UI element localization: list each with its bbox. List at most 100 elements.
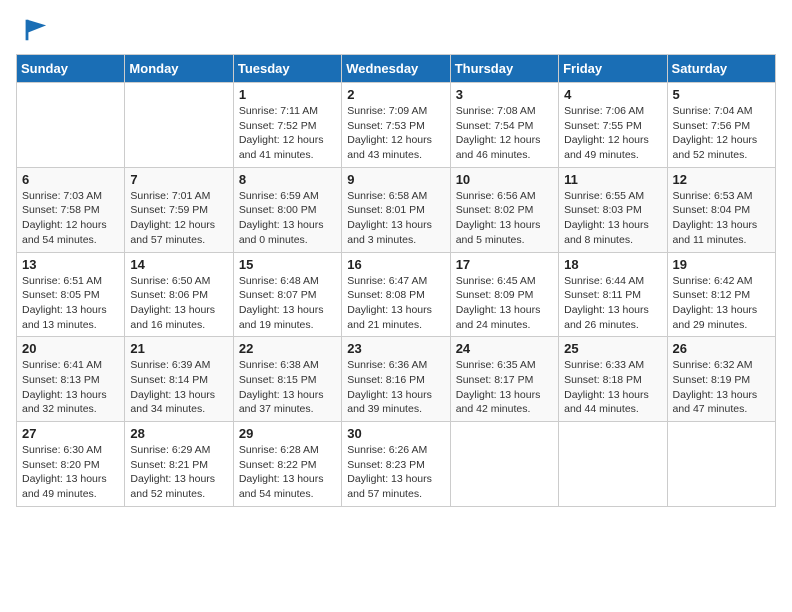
day-number: 23	[347, 341, 444, 356]
day-detail: Sunrise: 7:08 AMSunset: 7:54 PMDaylight:…	[456, 104, 553, 163]
day-number: 29	[239, 426, 336, 441]
day-cell: 18 Sunrise: 6:44 AMSunset: 8:11 PMDayligh…	[559, 252, 667, 337]
page: SundayMondayTuesdayWednesdayThursdayFrid…	[0, 0, 792, 612]
week-row-3: 13 Sunrise: 6:51 AMSunset: 8:05 PMDayligh…	[17, 252, 776, 337]
day-number: 27	[22, 426, 119, 441]
day-cell	[125, 83, 233, 168]
day-cell: 20 Sunrise: 6:41 AMSunset: 8:13 PMDayligh…	[17, 337, 125, 422]
day-detail: Sunrise: 6:30 AMSunset: 8:20 PMDaylight:…	[22, 443, 119, 502]
day-cell: 28 Sunrise: 6:29 AMSunset: 8:21 PMDayligh…	[125, 422, 233, 507]
day-detail: Sunrise: 6:47 AMSunset: 8:08 PMDaylight:…	[347, 274, 444, 333]
day-detail: Sunrise: 6:39 AMSunset: 8:14 PMDaylight:…	[130, 358, 227, 417]
day-detail: Sunrise: 6:53 AMSunset: 8:04 PMDaylight:…	[673, 189, 770, 248]
day-number: 26	[673, 341, 770, 356]
day-detail: Sunrise: 7:09 AMSunset: 7:53 PMDaylight:…	[347, 104, 444, 163]
day-cell: 1 Sunrise: 7:11 AMSunset: 7:52 PMDaylight…	[233, 83, 341, 168]
day-detail: Sunrise: 7:06 AMSunset: 7:55 PMDaylight:…	[564, 104, 661, 163]
week-row-5: 27 Sunrise: 6:30 AMSunset: 8:20 PMDayligh…	[17, 422, 776, 507]
day-cell: 26 Sunrise: 6:32 AMSunset: 8:19 PMDayligh…	[667, 337, 775, 422]
day-number: 8	[239, 172, 336, 187]
logo-text-block	[16, 16, 48, 44]
day-detail: Sunrise: 6:45 AMSunset: 8:09 PMDaylight:…	[456, 274, 553, 333]
day-detail: Sunrise: 6:48 AMSunset: 8:07 PMDaylight:…	[239, 274, 336, 333]
day-cell: 4 Sunrise: 7:06 AMSunset: 7:55 PMDaylight…	[559, 83, 667, 168]
day-cell: 9 Sunrise: 6:58 AMSunset: 8:01 PMDaylight…	[342, 167, 450, 252]
header-cell-monday: Monday	[125, 55, 233, 83]
day-number: 18	[564, 257, 661, 272]
day-detail: Sunrise: 6:29 AMSunset: 8:21 PMDaylight:…	[130, 443, 227, 502]
day-detail: Sunrise: 6:33 AMSunset: 8:18 PMDaylight:…	[564, 358, 661, 417]
day-cell: 27 Sunrise: 6:30 AMSunset: 8:20 PMDayligh…	[17, 422, 125, 507]
day-cell: 22Sunrise: 6:38 AMSunset: 8:15 PMDayligh…	[233, 337, 341, 422]
day-number: 11	[564, 172, 661, 187]
day-cell: 6Sunrise: 7:03 AMSunset: 7:58 PMDaylight…	[17, 167, 125, 252]
week-row-2: 6Sunrise: 7:03 AMSunset: 7:58 PMDaylight…	[17, 167, 776, 252]
day-number: 19	[673, 257, 770, 272]
day-detail: Sunrise: 6:35 AMSunset: 8:17 PMDaylight:…	[456, 358, 553, 417]
day-number: 20	[22, 341, 119, 356]
calendar-header: SundayMondayTuesdayWednesdayThursdayFrid…	[17, 55, 776, 83]
day-detail: Sunrise: 6:51 AMSunset: 8:05 PMDaylight:…	[22, 274, 119, 333]
header-cell-wednesday: Wednesday	[342, 55, 450, 83]
day-cell: 16 Sunrise: 6:47 AMSunset: 8:08 PMDayligh…	[342, 252, 450, 337]
day-number: 17	[456, 257, 553, 272]
day-number: 15	[239, 257, 336, 272]
day-number: 24	[456, 341, 553, 356]
day-number: 9	[347, 172, 444, 187]
day-detail: Sunrise: 6:41 AMSunset: 8:13 PMDaylight:…	[22, 358, 119, 417]
day-number: 30	[347, 426, 444, 441]
day-number: 25	[564, 341, 661, 356]
header	[16, 16, 776, 44]
day-detail: Sunrise: 6:55 AMSunset: 8:03 PMDaylight:…	[564, 189, 661, 248]
header-cell-saturday: Saturday	[667, 55, 775, 83]
day-cell: 30 Sunrise: 6:26 AMSunset: 8:23 PMDayligh…	[342, 422, 450, 507]
calendar-body: 1 Sunrise: 7:11 AMSunset: 7:52 PMDaylight…	[17, 83, 776, 507]
day-number: 1	[239, 87, 336, 102]
logo	[16, 16, 48, 44]
day-number: 3	[456, 87, 553, 102]
day-cell: 7 Sunrise: 7:01 AMSunset: 7:59 PMDaylight…	[125, 167, 233, 252]
day-detail: Sunrise: 6:42 AMSunset: 8:12 PMDaylight:…	[673, 274, 770, 333]
day-detail: Sunrise: 6:26 AMSunset: 8:23 PMDaylight:…	[347, 443, 444, 502]
header-cell-sunday: Sunday	[17, 55, 125, 83]
day-detail: Sunrise: 6:59 AMSunset: 8:00 PMDaylight:…	[239, 189, 336, 248]
day-detail: Sunrise: 7:11 AMSunset: 7:52 PMDaylight:…	[239, 104, 336, 163]
day-cell: 21 Sunrise: 6:39 AMSunset: 8:14 PMDayligh…	[125, 337, 233, 422]
header-row: SundayMondayTuesdayWednesdayThursdayFrid…	[17, 55, 776, 83]
day-number: 28	[130, 426, 227, 441]
day-cell: 5 Sunrise: 7:04 AMSunset: 7:56 PMDaylight…	[667, 83, 775, 168]
day-detail: Sunrise: 7:01 AMSunset: 7:59 PMDaylight:…	[130, 189, 227, 248]
day-cell: 2Sunrise: 7:09 AMSunset: 7:53 PMDaylight…	[342, 83, 450, 168]
logo-flag-icon	[20, 16, 48, 44]
day-detail: Sunrise: 6:58 AMSunset: 8:01 PMDaylight:…	[347, 189, 444, 248]
day-cell	[667, 422, 775, 507]
day-cell: 23 Sunrise: 6:36 AMSunset: 8:16 PMDayligh…	[342, 337, 450, 422]
day-cell: 12Sunrise: 6:53 AMSunset: 8:04 PMDayligh…	[667, 167, 775, 252]
day-number: 14	[130, 257, 227, 272]
day-number: 16	[347, 257, 444, 272]
week-row-4: 20 Sunrise: 6:41 AMSunset: 8:13 PMDayligh…	[17, 337, 776, 422]
day-number: 5	[673, 87, 770, 102]
day-detail: Sunrise: 6:32 AMSunset: 8:19 PMDaylight:…	[673, 358, 770, 417]
day-cell: 3 Sunrise: 7:08 AMSunset: 7:54 PMDaylight…	[450, 83, 558, 168]
day-cell: 24 Sunrise: 6:35 AMSunset: 8:17 PMDayligh…	[450, 337, 558, 422]
day-number: 21	[130, 341, 227, 356]
day-number: 4	[564, 87, 661, 102]
day-number: 13	[22, 257, 119, 272]
day-detail: Sunrise: 6:28 AMSunset: 8:22 PMDaylight:…	[239, 443, 336, 502]
day-cell: 15 Sunrise: 6:48 AMSunset: 8:07 PMDayligh…	[233, 252, 341, 337]
day-detail: Sunrise: 6:56 AMSunset: 8:02 PMDaylight:…	[456, 189, 553, 248]
day-number: 7	[130, 172, 227, 187]
day-cell: 17 Sunrise: 6:45 AMSunset: 8:09 PMDayligh…	[450, 252, 558, 337]
day-detail: Sunrise: 7:04 AMSunset: 7:56 PMDaylight:…	[673, 104, 770, 163]
day-number: 10	[456, 172, 553, 187]
day-detail: Sunrise: 6:38 AMSunset: 8:15 PMDaylight:…	[239, 358, 336, 417]
day-cell: 19 Sunrise: 6:42 AMSunset: 8:12 PMDayligh…	[667, 252, 775, 337]
day-detail: Sunrise: 6:50 AMSunset: 8:06 PMDaylight:…	[130, 274, 227, 333]
day-detail: Sunrise: 7:03 AMSunset: 7:58 PMDaylight:…	[22, 189, 119, 248]
day-detail: Sunrise: 6:44 AMSunset: 8:11 PMDaylight:…	[564, 274, 661, 333]
day-detail: Sunrise: 6:36 AMSunset: 8:16 PMDaylight:…	[347, 358, 444, 417]
week-row-1: 1 Sunrise: 7:11 AMSunset: 7:52 PMDaylight…	[17, 83, 776, 168]
day-cell: 10 Sunrise: 6:56 AMSunset: 8:02 PMDayligh…	[450, 167, 558, 252]
day-cell	[17, 83, 125, 168]
